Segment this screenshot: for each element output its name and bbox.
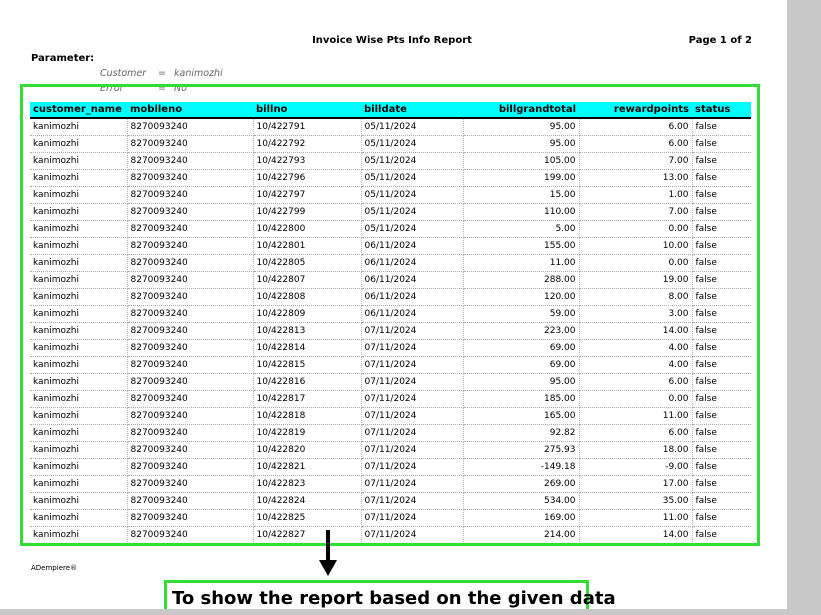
arrow-head-icon (319, 560, 337, 576)
parameter-name: Customer (100, 68, 147, 79)
parameter-value: kanimozhi (174, 68, 223, 79)
report-title: Invoice Wise Pts Info Report (312, 35, 472, 46)
page-number: Page 1 of 2 (688, 35, 752, 46)
parameter-label: Parameter: (31, 53, 95, 64)
viewer-background-right (787, 0, 821, 615)
parameter-customer: Customer = kanimozhi (100, 68, 223, 79)
viewer-background-bottom (0, 609, 787, 615)
arrow-down-icon (326, 530, 330, 564)
caption-text: To show the report based on the given da… (172, 588, 616, 609)
highlight-box (20, 84, 760, 546)
parameter-operator: = (158, 68, 166, 79)
adempiere-brand: ADempiere® (31, 564, 78, 572)
